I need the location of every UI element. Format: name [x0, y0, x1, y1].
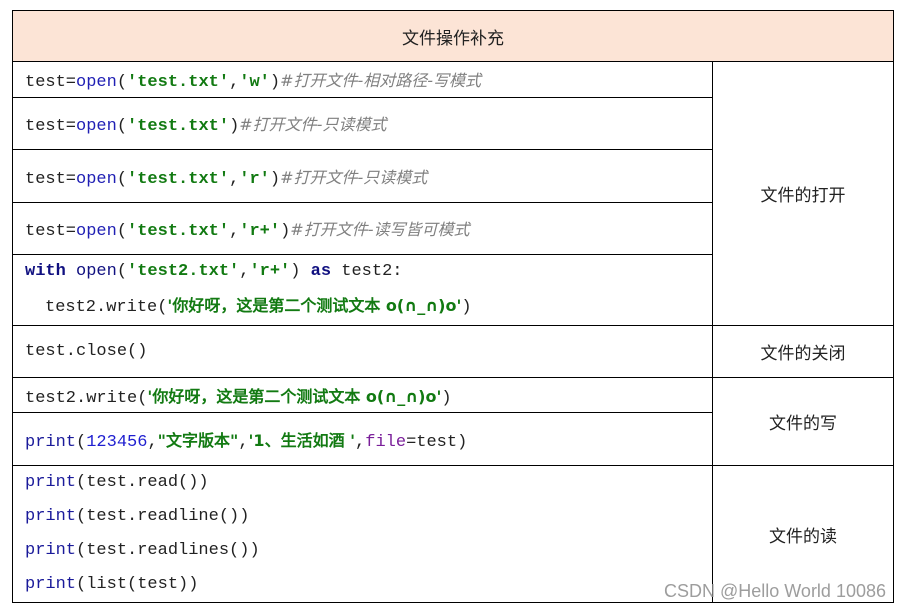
code-row-open-w: test=open('test.txt','w')#打开文件-相对路径-写模式: [12, 61, 713, 98]
code-token: print: [25, 575, 77, 594]
code-row-with-block: with open('test2.txt','r+') as test2: tes…: [12, 254, 713, 326]
code-row-write: test2.write('你好呀，这是第二个测试文本 o(∩_∩)o'): [12, 377, 713, 413]
code-token: test=: [25, 73, 77, 92]
table-title: 文件操作补充: [12, 10, 894, 62]
code-comment: #打开文件-只读模式: [280, 167, 428, 187]
category-write: 文件的写: [712, 377, 894, 466]
code-token: (: [116, 169, 128, 189]
code-token: print: [25, 432, 77, 452]
code-token: open: [65, 262, 117, 281]
code-token: (: [116, 73, 128, 92]
code-token: 'w': [239, 73, 270, 92]
code-token: 'test.txt': [127, 169, 230, 189]
category-open: 文件的打开: [712, 61, 894, 326]
code-token: '你好呀，这是第二个测试文本 o(∩_∩)o': [167, 296, 462, 315]
code-token: ,: [229, 73, 240, 92]
code-token: (: [116, 222, 128, 241]
code-line-read: print(test.read()): [25, 466, 712, 500]
code-token: =test): [406, 432, 468, 452]
code-row-open-rplus: test=open('test.txt','r+')#打开文件-读写皆可模式: [12, 202, 713, 255]
code-token: open: [76, 73, 117, 92]
code-token: ,: [238, 432, 249, 452]
code-token: '你好呀，这是第二个测试文本 o(∩_∩)o': [147, 386, 442, 406]
code-token: print: [25, 507, 77, 526]
code-token: file: [365, 432, 407, 452]
code-token: ): [229, 117, 240, 136]
code-row-read-block: print(test.read()) print(test.readline())…: [12, 465, 713, 603]
code-token: 'r+': [249, 262, 291, 281]
code-token: test2.write(: [45, 298, 168, 317]
code-token: print: [25, 541, 77, 560]
code-token: (list(test)): [76, 575, 199, 594]
category-close: 文件的关闭: [712, 325, 894, 378]
code-line-readlines: print(test.readlines()): [25, 534, 712, 568]
code-token: ,: [355, 432, 366, 452]
code-token: ): [280, 222, 291, 241]
watermark: CSDN @Hello World 10086: [663, 581, 886, 601]
code-token: ,: [147, 432, 158, 452]
code-token: (: [116, 117, 128, 136]
code-row-open-r: test=open('test.txt','r')#打开文件-只读模式: [12, 149, 713, 203]
code-token: ): [441, 388, 452, 408]
code-comment: #打开文件-相对路径-写模式: [280, 71, 482, 90]
code-token: open: [76, 169, 117, 189]
code-token: ): [269, 169, 281, 189]
code-line-list: print(list(test)): [25, 568, 712, 602]
code-token: ): [290, 262, 311, 281]
code-token: ,: [229, 222, 240, 241]
code-token: as: [310, 262, 332, 281]
code-token: 123456: [86, 432, 148, 452]
code-row-open-default: test=open('test.txt')#打开文件-只读模式: [12, 97, 713, 150]
code-token: with: [25, 262, 66, 281]
code-token: (test.readline()): [76, 507, 250, 526]
code-token: test=: [25, 117, 77, 136]
code-token: 'test.txt': [127, 222, 230, 241]
code-token: ,: [229, 169, 240, 189]
code-token: (: [76, 432, 87, 452]
code-token: "文字版本": [157, 430, 239, 450]
code-row-print-file: print(123456,"文字版本",'1、生活如酒 ',file=test): [12, 412, 713, 466]
code-token: ,: [239, 262, 250, 281]
code-token: (test.readlines()): [76, 541, 260, 560]
code-token: test2.write('你好呀，这是第二个测试文本 o(∩_∩)o'): [25, 289, 712, 325]
code-token: 'r': [239, 169, 270, 189]
code-token: '1、生活如酒 ': [248, 430, 356, 450]
code-token: open: [76, 117, 117, 136]
code-token: test2.write(: [25, 388, 148, 408]
code-token: test2:: [331, 262, 403, 281]
code-token: open: [76, 222, 117, 241]
code-token: (: [116, 262, 128, 281]
code-token: test=: [25, 169, 77, 189]
code-token: 'r+': [239, 222, 281, 241]
code-comment: #打开文件-读写皆可模式: [290, 220, 470, 239]
code-token: (test.read()): [76, 473, 209, 492]
code-token: 'test2.txt': [127, 262, 240, 281]
code-token: 'test.txt': [127, 73, 230, 92]
code-line-readline: print(test.readline()): [25, 500, 712, 534]
file-operations-table: 文件操作补充 test=open('test.txt','w')#打开文件-相对…: [12, 10, 894, 603]
code-token: 'test.txt': [127, 117, 230, 136]
code-comment: #打开文件-只读模式: [239, 115, 387, 134]
code-token: print: [25, 473, 77, 492]
code-token: ): [269, 73, 281, 92]
code-token: ): [461, 298, 472, 317]
code-row-close: test.close(): [12, 325, 713, 378]
code-token: with open('test2.txt','r+') as test2:: [25, 255, 712, 289]
code-token: test=: [25, 222, 77, 241]
